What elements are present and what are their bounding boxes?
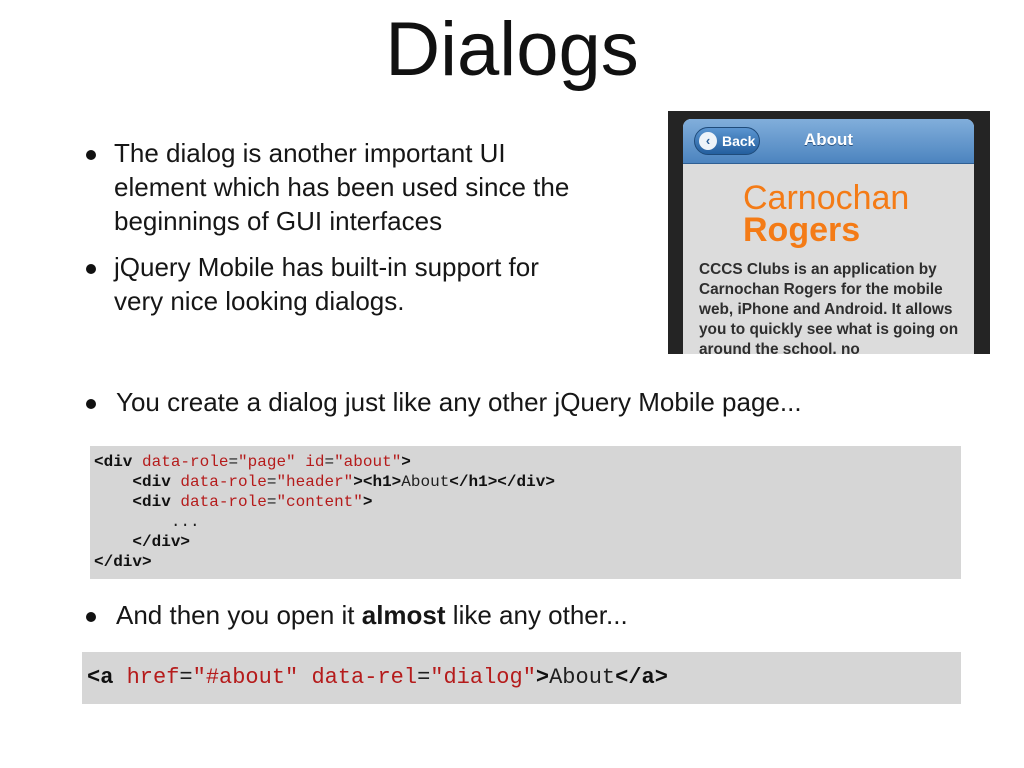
phone-screen: ‹ Back About Carnochan Rogers CCCS Clubs…	[683, 119, 974, 354]
brand-line-2: Rogers	[743, 211, 861, 249]
bullet-open-dialog: And then you open it almost like any oth…	[86, 598, 1024, 632]
bullet-dialog-intro: The dialog is another important UI eleme…	[86, 136, 586, 238]
header-title: About	[803, 130, 854, 149]
bullet-jqm-support: jQuery Mobile has built-in support for v…	[86, 250, 586, 318]
code-block-page-markup: <div data-role="page" id="about"> <div d…	[90, 446, 961, 579]
brand-logo: Carnochan Rogers	[743, 179, 910, 249]
code-line: </div>	[94, 553, 152, 571]
bullet-create-dialog: You create a dialog just like any other …	[86, 385, 1024, 419]
slide-title: Dialogs	[385, 7, 639, 92]
about-description: CCCS Clubs is an application by Carnocha…	[699, 261, 959, 354]
code-block-link-markup: <a href="#about" data-rel="dialog">About…	[82, 652, 961, 704]
code-line: ...	[170, 513, 200, 531]
phone-screenshot: ‹ Back About Carnochan Rogers CCCS Clubs…	[668, 111, 990, 354]
brand-line-1: Carnochan	[743, 179, 910, 217]
phone-header-bar: ‹ Back About	[683, 119, 974, 164]
code-line: <div data-role="content">	[132, 493, 373, 511]
bullet-list: The dialog is another important UI eleme…	[86, 136, 586, 330]
code-line: </div>	[132, 533, 191, 551]
code-line: <div data-role="header"><h1>About</h1></…	[132, 473, 555, 491]
code-line: <div data-role="page" id="about">	[94, 453, 411, 471]
